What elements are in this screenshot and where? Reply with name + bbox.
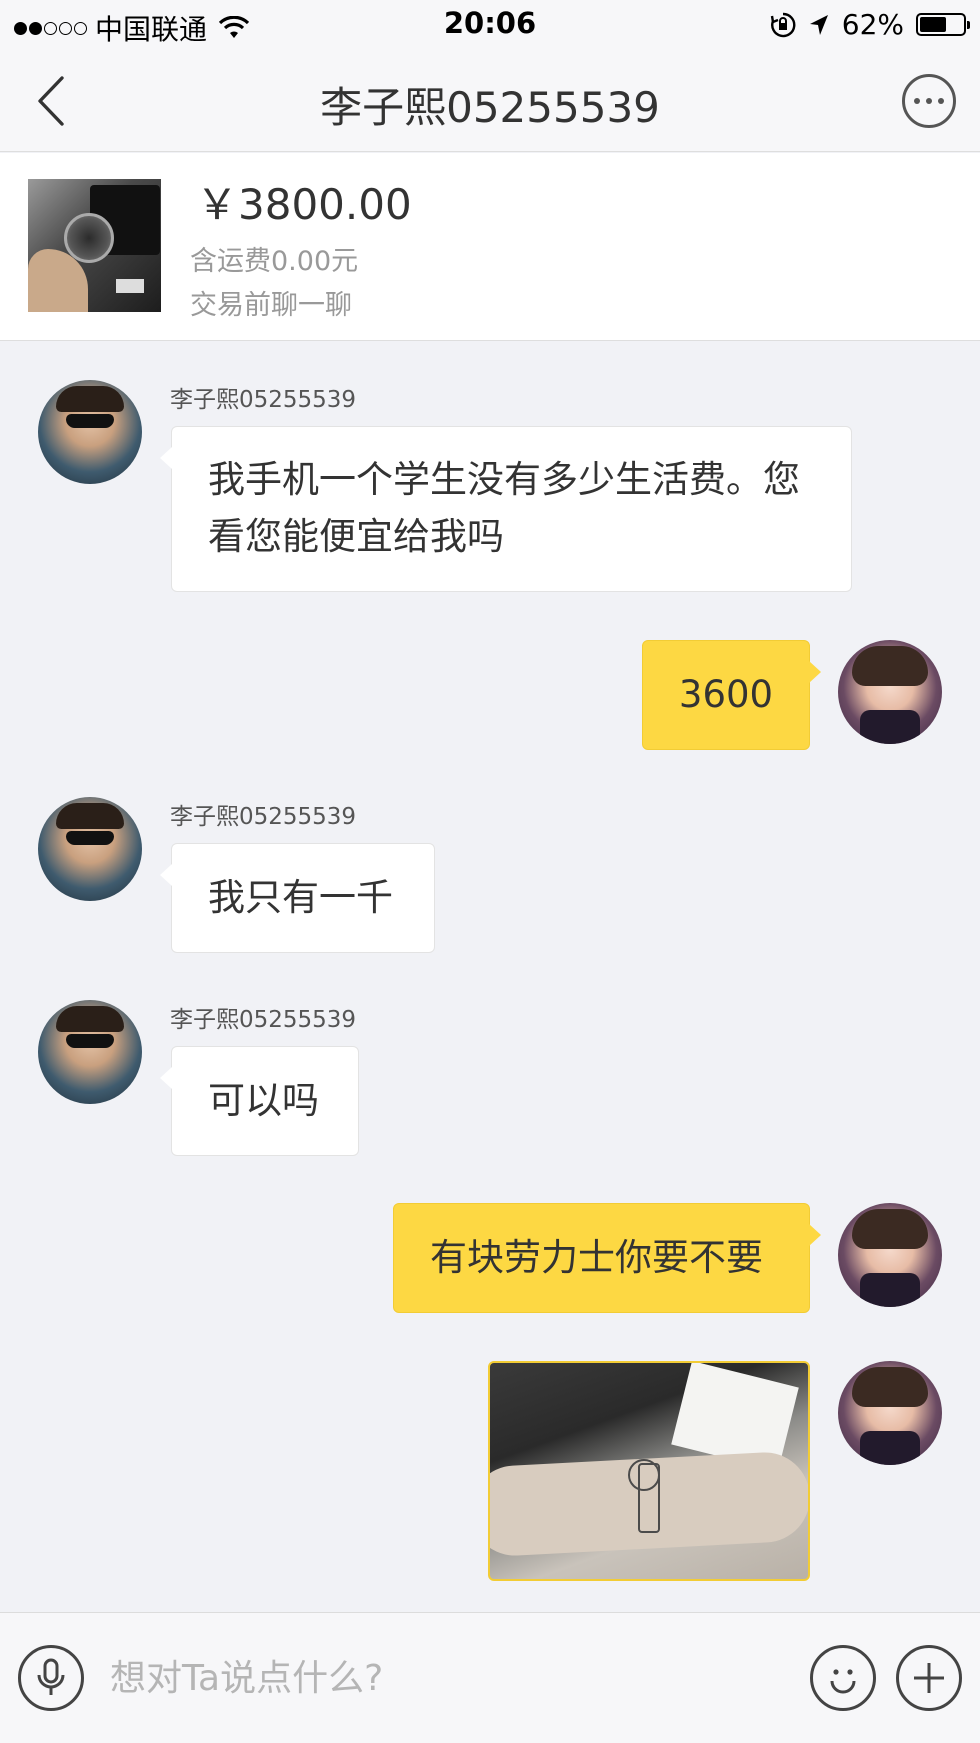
product-price: ￥3800.00 — [196, 180, 412, 229]
input-bar — [0, 1612, 980, 1743]
page-title: 李子熙05255539 — [320, 83, 660, 132]
battery-icon — [916, 13, 970, 36]
message-text: 有块劳力士你要不要 — [430, 1236, 763, 1279]
message-text: 可以吗 — [208, 1079, 319, 1122]
product-card[interactable]: ￥3800.00 含运费0.00元 交易前聊一聊 — [0, 153, 980, 341]
nav-bar: 李子熙05255539 — [0, 50, 980, 152]
smiley-icon — [830, 1669, 856, 1694]
sender-avatar[interactable] — [38, 380, 142, 484]
message-text-line: 看您能便宜给我吗 — [208, 515, 504, 558]
more-options-button[interactable] — [902, 74, 956, 128]
message-text: 3600 — [678, 673, 774, 716]
product-thumbnail[interactable] — [28, 179, 161, 312]
voice-button[interactable] — [18, 1645, 84, 1711]
message-text: 我只有一千 — [208, 876, 393, 919]
message-bubble[interactable]: 我只有一千 — [160, 843, 435, 953]
message-bubble[interactable]: 有块劳力士你要不要 — [393, 1203, 821, 1313]
emoji-button[interactable] — [810, 1645, 876, 1711]
image-message[interactable] — [488, 1361, 810, 1581]
sender-name: 李子熙05255539 — [170, 1007, 357, 1033]
location-arrow-icon — [809, 14, 828, 35]
plus-icon — [914, 1663, 944, 1693]
my-avatar[interactable] — [838, 1361, 942, 1465]
message-bubble[interactable]: 3600 — [642, 640, 821, 750]
message-bubble[interactable]: 可以吗 — [160, 1046, 359, 1156]
orientation-lock-icon — [770, 12, 796, 37]
chat-before-trade-text: 交易前聊一聊 — [190, 290, 352, 321]
status-right: 62% — [770, 8, 970, 41]
sender-avatar[interactable] — [38, 1000, 142, 1104]
ellipsis-circle-icon — [914, 98, 920, 104]
battery-level-fill — [920, 17, 947, 32]
sender-name: 李子熙05255539 — [170, 387, 357, 413]
plus-button[interactable] — [896, 1645, 962, 1711]
message-bubble[interactable]: 我手机一个学生没有多少生活费。您 看您能便宜给我吗 — [160, 426, 852, 592]
battery-percent: 62% — [841, 8, 904, 41]
status-bar: 中国联通 20:06 62% — [0, 0, 980, 50]
shipping-fee: 含运费0.00元 — [190, 246, 359, 277]
sender-avatar[interactable] — [38, 797, 142, 901]
my-avatar[interactable] — [838, 1203, 942, 1307]
message-text-line: 我手机一个学生没有多少生活费。您 — [208, 458, 800, 501]
message-input[interactable] — [110, 1647, 790, 1709]
my-avatar[interactable] — [838, 640, 942, 744]
sender-name: 李子熙05255539 — [170, 804, 357, 830]
microphone-icon — [37, 1658, 65, 1695]
